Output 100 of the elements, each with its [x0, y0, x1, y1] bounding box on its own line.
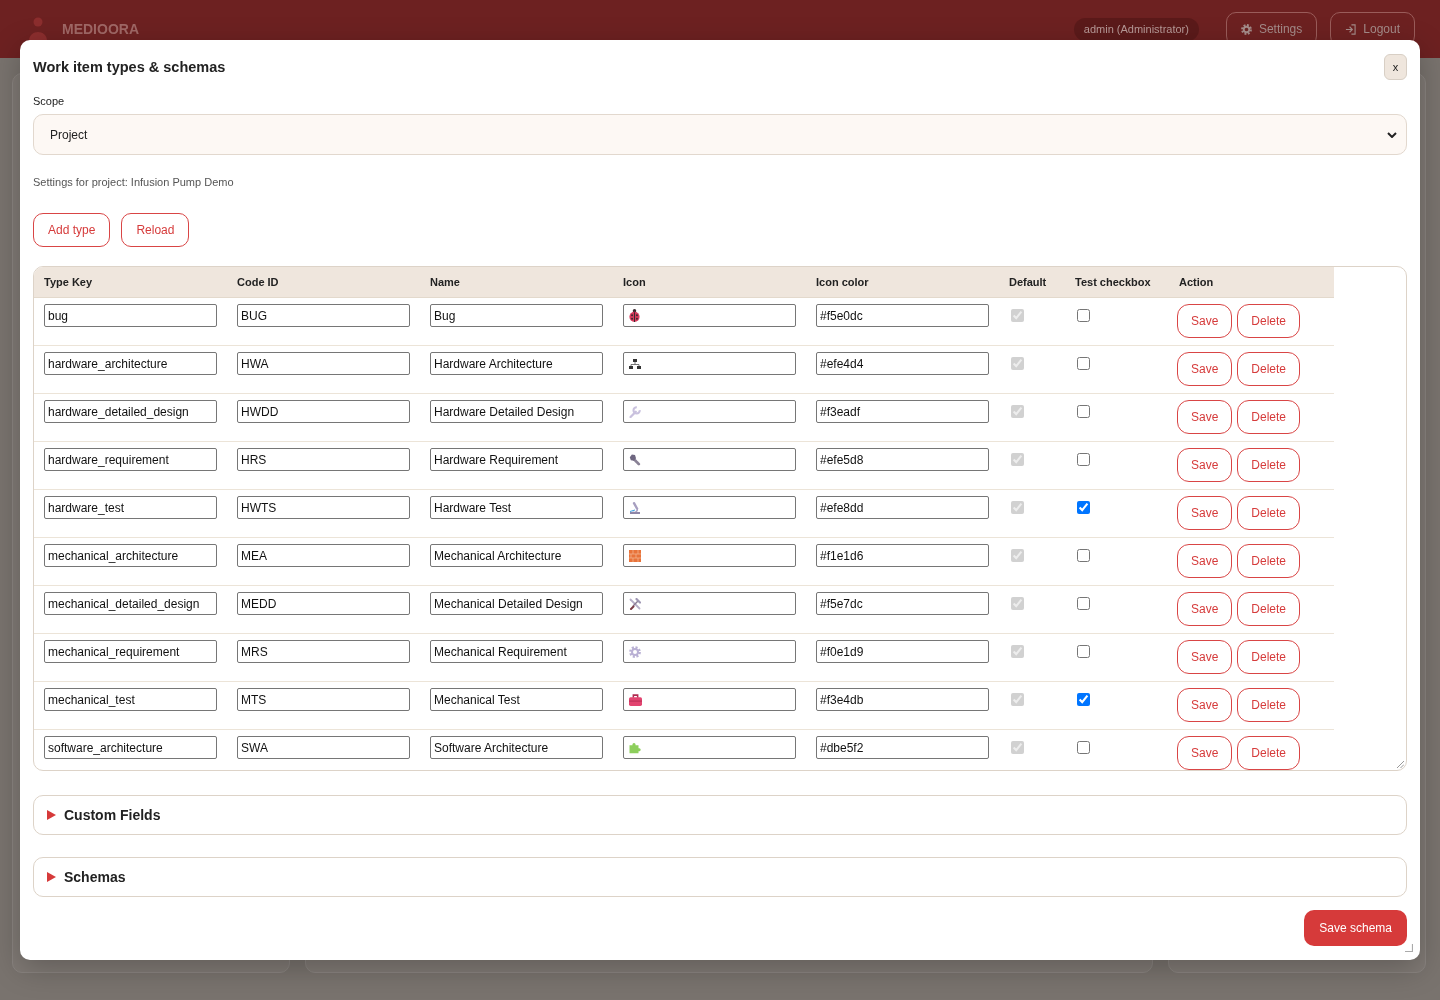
code-id-field[interactable]: MTS	[237, 688, 410, 711]
scope-select[interactable]: Project	[33, 114, 1407, 155]
section-toggle[interactable]: Custom Fields	[33, 795, 1407, 835]
code-id-field[interactable]: BUG	[237, 304, 410, 327]
icon-color-field[interactable]: #f0e1d9	[816, 640, 989, 663]
type-key-field[interactable]: mechanical_architecture	[44, 544, 217, 567]
save-button[interactable]: Save	[1177, 688, 1233, 722]
code-id-field[interactable]: MEA	[237, 544, 410, 567]
delete-button[interactable]: Delete	[1237, 688, 1301, 722]
section-toggle[interactable]: Schemas	[33, 857, 1407, 897]
name-field[interactable]: Mechanical Requirement	[430, 640, 603, 663]
name-field[interactable]: Bug	[430, 304, 603, 327]
code-id-field[interactable]: SWA	[237, 736, 410, 759]
save-schema-button[interactable]: Save schema	[1304, 910, 1407, 946]
test-checkbox[interactable]	[1077, 741, 1090, 754]
icon-color-field[interactable]: #f3eadf	[816, 400, 989, 423]
test-checkbox[interactable]	[1077, 501, 1090, 514]
delete-button[interactable]: Delete	[1237, 592, 1301, 626]
delete-button[interactable]: Delete	[1237, 640, 1301, 674]
resize-handle-icon[interactable]	[1405, 944, 1413, 952]
test-checkbox[interactable]	[1077, 453, 1090, 466]
add-type-button[interactable]: Add type	[33, 213, 111, 247]
test-checkbox[interactable]	[1077, 549, 1090, 562]
icon-color-field[interactable]: #dbe5f2	[816, 736, 989, 759]
icon-field[interactable]	[623, 640, 796, 663]
name-field[interactable]: Hardware Test	[430, 496, 603, 519]
icon-field[interactable]	[623, 496, 796, 519]
save-button[interactable]: Save	[1177, 736, 1233, 770]
icon-field[interactable]	[623, 544, 796, 567]
gear-icon	[1240, 23, 1252, 35]
code-id-field[interactable]: HWA	[237, 352, 410, 375]
test-checkbox[interactable]	[1077, 405, 1090, 418]
icon-color-field[interactable]: #efe8dd	[816, 496, 989, 519]
delete-button[interactable]: Delete	[1237, 352, 1301, 386]
code-id-field[interactable]: MRS	[237, 640, 410, 663]
save-button[interactable]: Save	[1177, 400, 1233, 434]
delete-button[interactable]: Delete	[1237, 304, 1301, 338]
icon-color-field[interactable]: #efe4d4	[816, 352, 989, 375]
code-id-field[interactable]: MEDD	[237, 592, 410, 615]
save-button[interactable]: Save	[1177, 496, 1233, 530]
icon-field[interactable]	[623, 304, 796, 327]
save-button[interactable]: Save	[1177, 352, 1233, 386]
icon-color-field[interactable]: #f3e4db	[816, 688, 989, 711]
name-field[interactable]: Mechanical Architecture	[430, 544, 603, 567]
brand-name: MEDIOORA	[62, 21, 139, 37]
code-id-field[interactable]: HWDD	[237, 400, 410, 423]
toolbox-icon	[629, 693, 642, 706]
tools-icon	[629, 597, 641, 610]
close-button[interactable]: x	[1384, 54, 1407, 80]
type-key-field[interactable]: hardware_test	[44, 496, 217, 519]
reload-button[interactable]: Reload	[121, 213, 190, 247]
icon-color-field[interactable]: #f5e7dc	[816, 592, 989, 615]
test-checkbox[interactable]	[1077, 597, 1090, 610]
resize-handle-icon[interactable]	[1397, 761, 1404, 768]
icon-field[interactable]	[623, 352, 796, 375]
delete-button[interactable]: Delete	[1237, 400, 1301, 434]
icon-field[interactable]	[623, 448, 796, 471]
type-key-field[interactable]: hardware_detailed_design	[44, 400, 217, 423]
delete-button[interactable]: Delete	[1237, 736, 1301, 770]
icon-field[interactable]	[623, 688, 796, 711]
type-key-field[interactable]: mechanical_detailed_design	[44, 592, 217, 615]
type-key-field[interactable]: bug	[44, 304, 217, 327]
column-header: Test checkbox	[1074, 276, 1151, 288]
delete-button[interactable]: Delete	[1237, 448, 1301, 482]
gear-icon	[629, 645, 641, 658]
type-key-field[interactable]: mechanical_requirement	[44, 640, 217, 663]
icon-color-field[interactable]: #f5e0dc	[816, 304, 989, 327]
icon-color-field[interactable]: #efe5d8	[816, 448, 989, 471]
chevron-down-icon	[1387, 131, 1397, 138]
type-key-field[interactable]: hardware_architecture	[44, 352, 217, 375]
code-id-field[interactable]: HRS	[237, 448, 410, 471]
column-header: Default	[1008, 276, 1047, 288]
name-field[interactable]: Hardware Architecture	[430, 352, 603, 375]
name-field[interactable]: Hardware Detailed Design	[430, 400, 603, 423]
name-field[interactable]: Mechanical Test	[430, 688, 603, 711]
type-key-field[interactable]: hardware_requirement	[44, 448, 217, 471]
name-field[interactable]: Software Architecture	[430, 736, 603, 759]
code-id-field[interactable]: HWTS	[237, 496, 410, 519]
save-button[interactable]: Save	[1177, 544, 1233, 578]
icon-field[interactable]	[623, 736, 796, 759]
test-checkbox[interactable]	[1077, 645, 1090, 658]
icon-color-field[interactable]: #f1e1d6	[816, 544, 989, 567]
type-key-field[interactable]: software_architecture	[44, 736, 217, 759]
name-field[interactable]: Mechanical Detailed Design	[430, 592, 603, 615]
column-header: Code ID	[236, 276, 279, 288]
field-label: Scope	[33, 94, 65, 108]
save-button[interactable]: Save	[1177, 592, 1233, 626]
name-field[interactable]: Hardware Requirement	[430, 448, 603, 471]
type-key-field[interactable]: mechanical_test	[44, 688, 217, 711]
test-checkbox[interactable]	[1077, 693, 1090, 706]
delete-button[interactable]: Delete	[1237, 544, 1301, 578]
icon-field[interactable]	[623, 592, 796, 615]
save-button[interactable]: Save	[1177, 640, 1233, 674]
test-checkbox[interactable]	[1077, 309, 1090, 322]
test-checkbox[interactable]	[1077, 357, 1090, 370]
microscope-icon	[629, 501, 641, 514]
icon-field[interactable]	[623, 400, 796, 423]
delete-button[interactable]: Delete	[1237, 496, 1301, 530]
save-button[interactable]: Save	[1177, 448, 1233, 482]
save-button[interactable]: Save	[1177, 304, 1233, 338]
